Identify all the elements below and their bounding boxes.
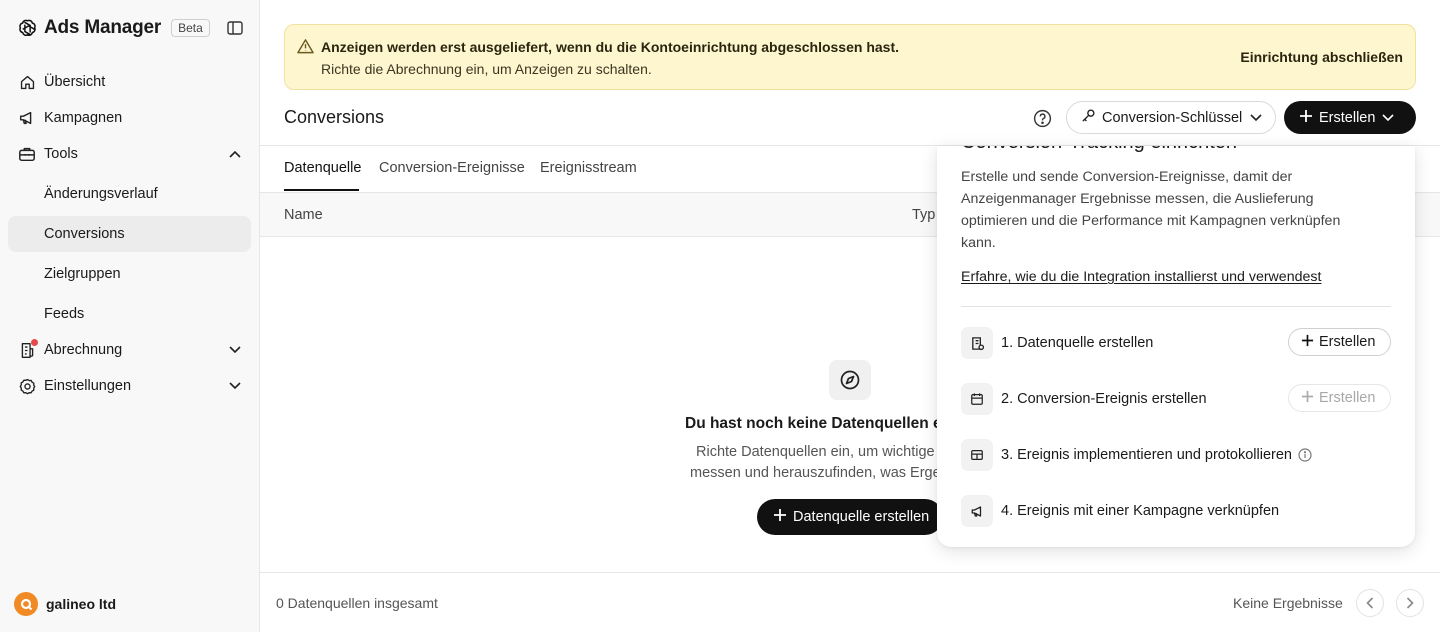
empty-state-description: Richte Datenquellen ein, um wichtige A	[696, 444, 948, 460]
step-button-label: Erstellen	[1319, 390, 1376, 406]
notification-dot	[31, 339, 38, 346]
plus-icon	[1301, 334, 1314, 351]
sidebar-item-tools[interactable]: Tools	[8, 136, 251, 172]
setup-warning-banner: Anzeigen werden erst ausgeliefert, wenn …	[284, 24, 1416, 90]
home-icon	[17, 72, 37, 92]
sidebar: Ads Manager Beta Übersicht Kampagnen Too…	[0, 0, 260, 632]
empty-state-description: messen und herauszufinden, was Ergeb	[690, 465, 949, 481]
beta-badge: Beta	[171, 19, 210, 37]
sidebar-item-label: Einstellungen	[44, 378, 132, 394]
account-name: galineo ltd	[46, 596, 116, 612]
plus-icon	[1301, 390, 1314, 407]
setup-step-3: 3. Ereignis implementieren und protokoll…	[961, 439, 1391, 471]
chevron-up-icon	[227, 146, 243, 162]
step-label: 4. Ereignis mit einer Kampagne verknüpfe…	[1001, 503, 1280, 519]
previous-page-button[interactable]	[1356, 589, 1384, 617]
invoice-icon	[17, 339, 38, 360]
sidebar-item-feeds[interactable]: Feeds	[8, 296, 251, 332]
sidebar-item-label: Übersicht	[44, 74, 106, 90]
column-header-name[interactable]: Name	[284, 207, 323, 223]
tab-event-stream[interactable]: Ereignisstream	[540, 160, 637, 176]
step-label: 3. Ereignis implementieren und protokoll…	[1001, 447, 1292, 463]
next-page-button[interactable]	[1396, 589, 1424, 617]
sidebar-item-audiences[interactable]: Zielgruppen	[8, 256, 251, 292]
create-data-source-label: Datenquelle erstellen	[793, 509, 930, 525]
sidebar-item-billing[interactable]: Abrechnung	[8, 332, 251, 368]
compass-icon	[829, 360, 871, 400]
sidebar-item-change-history[interactable]: Änderungsverlauf	[8, 176, 251, 212]
conversion-key-label: Conversion-Schlüssel	[1102, 109, 1243, 126]
step-label: 1. Datenquelle erstellen	[1001, 335, 1154, 351]
plus-icon	[773, 508, 787, 526]
calendar-icon	[961, 383, 993, 415]
app-title: Ads Manager	[44, 17, 162, 38]
popover-description: Erstelle und sende Conversion-Ereignisse…	[961, 169, 1341, 251]
sidebar-item-label: Abrechnung	[44, 342, 123, 358]
empty-state-title: Du hast noch keine Datenquellen e	[685, 415, 942, 432]
info-icon[interactable]	[1298, 448, 1312, 462]
gear-icon	[17, 376, 37, 396]
database-icon	[961, 327, 993, 359]
sidebar-item-label: Tools	[44, 146, 78, 162]
megaphone-icon	[17, 108, 37, 128]
sidebar-item-settings[interactable]: Einstellungen	[8, 368, 251, 404]
chevron-down-icon	[1382, 113, 1394, 122]
create-data-source-button[interactable]: Datenquelle erstellen	[757, 499, 943, 535]
finish-setup-link[interactable]: Einrichtung abschließen	[1240, 49, 1403, 65]
total-count: 0 Datenquellen insgesamt	[276, 595, 438, 611]
help-icon[interactable]	[1031, 107, 1053, 129]
layout-icon	[961, 439, 993, 471]
step-2-create-button[interactable]: Erstellen	[1288, 384, 1391, 412]
chevron-left-icon	[1366, 597, 1374, 609]
divider	[260, 572, 1440, 573]
sidebar-item-conversions[interactable]: Conversions	[8, 216, 251, 252]
account-avatar	[14, 592, 38, 616]
create-button[interactable]: Erstellen	[1284, 101, 1416, 134]
step-label: 2. Conversion-Ereignis erstellen	[1001, 391, 1207, 407]
integration-docs-link[interactable]: Erfahre, wie du die Integration installi…	[961, 269, 1321, 285]
key-icon	[1081, 108, 1096, 127]
toolbox-icon	[17, 144, 37, 164]
page-title: Conversions	[284, 107, 385, 127]
active-tab-indicator	[284, 189, 359, 191]
megaphone-icon	[961, 495, 993, 527]
sidebar-toggle-icon[interactable]	[226, 19, 244, 37]
chevron-down-icon	[227, 342, 243, 358]
create-button-label: Erstellen	[1319, 109, 1376, 126]
chevron-right-icon	[1406, 597, 1414, 609]
chevron-down-icon	[1250, 113, 1262, 122]
account-switcher[interactable]: galineo ltd	[14, 592, 116, 616]
sidebar-item-label: Kampagnen	[44, 110, 123, 126]
conversion-setup-popover: Conversion-Tracking einrichten Erstelle …	[937, 146, 1415, 547]
chevron-down-icon	[227, 378, 243, 394]
brand: Ads Manager Beta	[16, 16, 210, 40]
banner-title: Anzeigen werden erst ausgeliefert, wenn …	[321, 39, 899, 55]
sidebar-item-overview[interactable]: Übersicht	[8, 64, 251, 100]
sidebar-item-campaigns[interactable]: Kampagnen	[8, 100, 251, 136]
tab-conversion-events[interactable]: Conversion-Ereignisse	[379, 160, 525, 176]
step-1-create-button[interactable]: Erstellen	[1288, 328, 1391, 356]
banner-subtitle: Richte die Abrechnung ein, um Anzeigen z…	[321, 61, 652, 77]
step-button-label: Erstellen	[1319, 334, 1376, 350]
warning-icon	[297, 38, 315, 56]
divider	[961, 306, 1391, 307]
column-header-type[interactable]: Typ	[912, 207, 935, 223]
conversion-key-button[interactable]: Conversion-Schlüssel	[1066, 101, 1276, 134]
pagination-status: Keine Ergebnisse	[1233, 595, 1343, 611]
setup-step-2: 2. Conversion-Ereignis erstellen Erstell…	[961, 383, 1391, 415]
popover-title: Conversion-Tracking einrichten	[961, 146, 1237, 154]
setup-step-1: 1. Datenquelle erstellen Erstellen	[961, 327, 1391, 359]
setup-step-4: 4. Ereignis mit einer Kampagne verknüpfe…	[961, 495, 1391, 527]
tab-data-source[interactable]: Datenquelle	[284, 160, 361, 176]
openai-logo-icon	[16, 17, 38, 39]
plus-icon	[1299, 109, 1313, 127]
